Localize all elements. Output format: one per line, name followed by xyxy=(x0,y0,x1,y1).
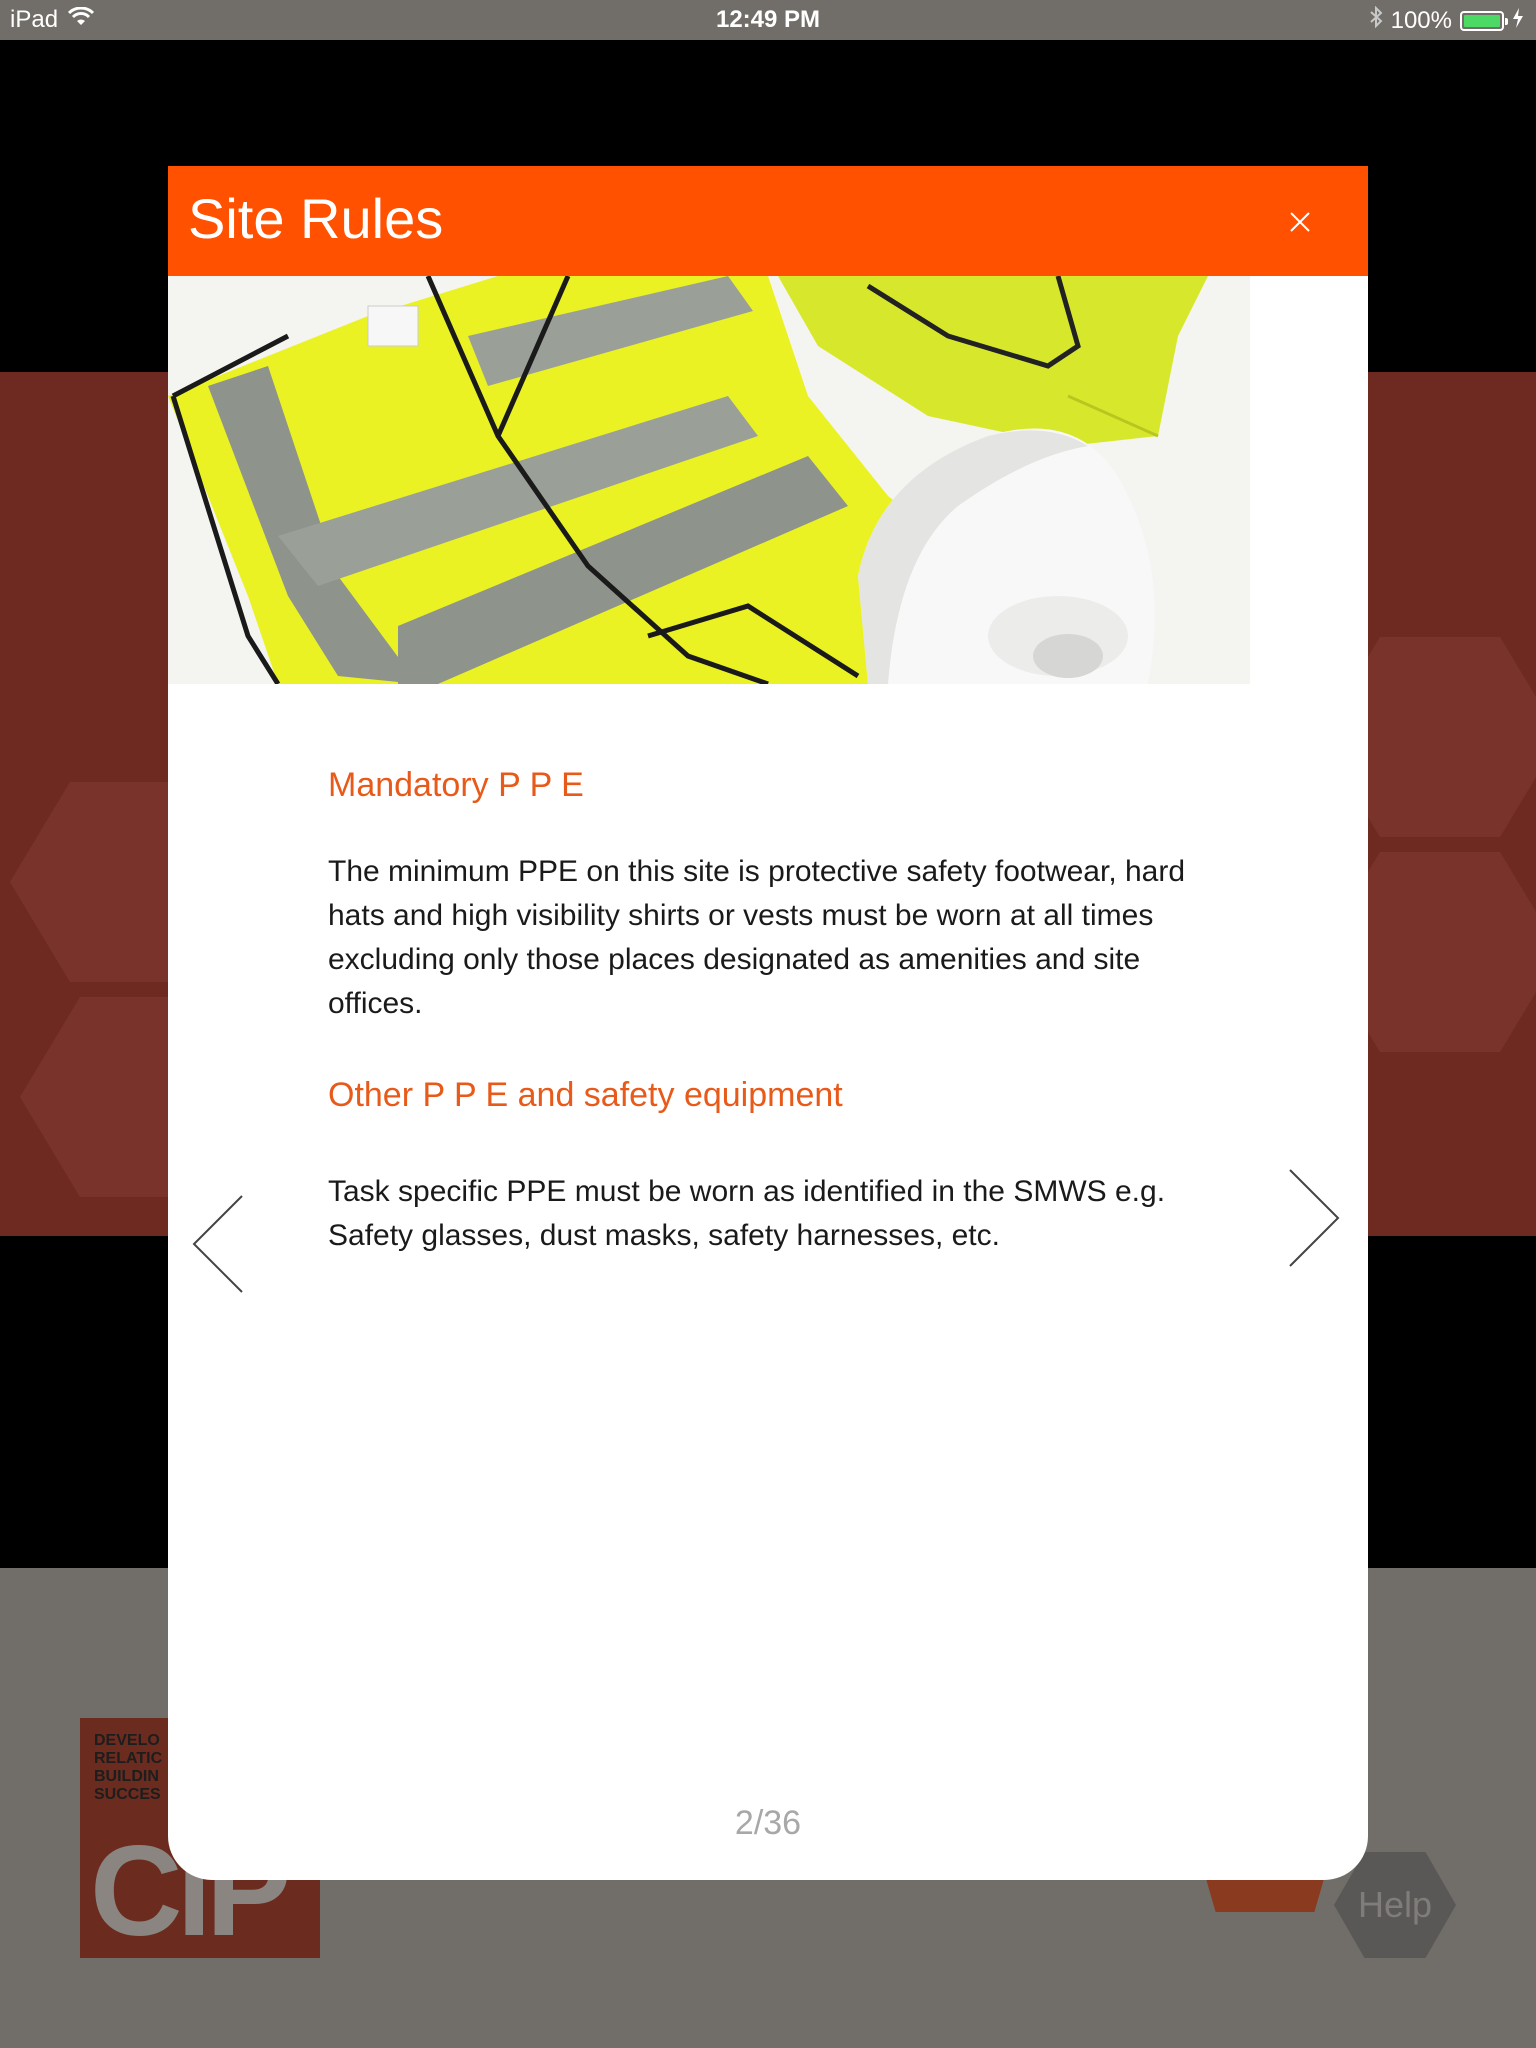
status-time: 12:49 PM xyxy=(715,6,821,33)
help-label: Help xyxy=(1357,1884,1433,1925)
page-indicator: 2/36 xyxy=(734,1804,802,1842)
battery-percent: 100% xyxy=(1390,6,1452,34)
section-body: Task specific PPE must be worn as identi… xyxy=(328,1175,1166,1252)
close-button[interactable] xyxy=(1280,202,1320,242)
logo-tagline: DEVELO RELATIC BUILDIN SUCCES xyxy=(94,1732,163,1803)
status-right: 100% xyxy=(1369,5,1524,35)
battery-fill xyxy=(1464,14,1500,27)
close-icon xyxy=(1290,212,1310,232)
section-body: The minimum PPE on this site is protecti… xyxy=(328,855,1186,1020)
modal-title: Site Rules xyxy=(188,187,444,250)
modal-header: Site Rules xyxy=(168,166,1368,276)
status-bar: iPad 12:49 PM 100% xyxy=(0,0,1536,40)
next-page-button[interactable] xyxy=(1286,1166,1346,1276)
chevron-left-icon xyxy=(192,1195,243,1293)
battery-icon xyxy=(1460,10,1508,31)
section-heading: Other P P E and safety equipment xyxy=(328,1076,843,1114)
ppe-image xyxy=(168,276,1250,684)
charging-icon xyxy=(1512,7,1524,35)
previous-page-button[interactable] xyxy=(190,1192,250,1302)
site-rules-modal: Site Rules Mandatory P P E The minimum P… xyxy=(168,166,1368,1880)
bluetooth-icon xyxy=(1369,5,1383,35)
section-heading: Mandatory P P E xyxy=(328,766,584,804)
chevron-right-icon xyxy=(1289,1169,1340,1267)
